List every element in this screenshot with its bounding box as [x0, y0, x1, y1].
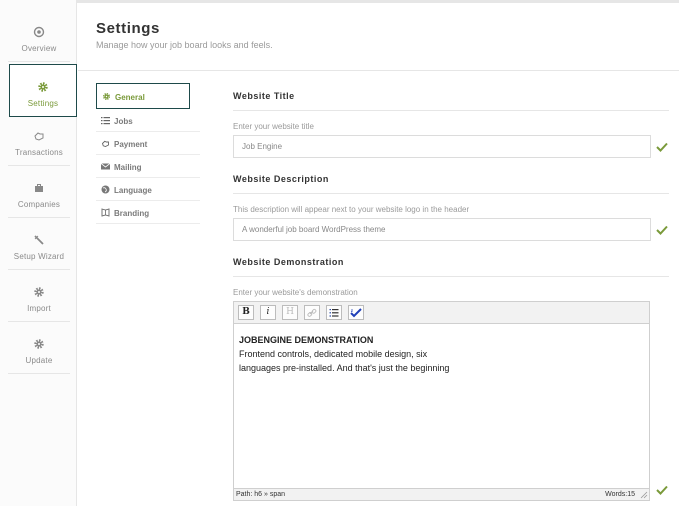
gear-icon	[102, 92, 111, 101]
submenu-item-branding[interactable]: Branding	[96, 201, 200, 224]
website-description-input[interactable]	[233, 218, 651, 241]
book-icon	[101, 208, 110, 217]
website-demonstration-label: Enter your website's demonstration	[233, 288, 358, 297]
submenu-item-general[interactable]: General	[96, 83, 190, 109]
nav-label: Settings	[27, 99, 59, 108]
nav-item-companies[interactable]: Companies	[8, 166, 70, 218]
submenu-label: General	[115, 93, 145, 102]
website-title-label: Enter your website title	[233, 122, 314, 131]
list-button[interactable]	[326, 305, 342, 320]
editor-path: Path: h6 » span	[236, 491, 286, 498]
nav-label: Setup Wizard	[13, 252, 65, 261]
link-icon	[307, 308, 317, 317]
spellcheck-button[interactable]	[348, 305, 364, 320]
submenu-item-language[interactable]: Language	[96, 178, 200, 201]
editor-content[interactable]: JOBENGINE DEMONSTRATION Frontend control…	[239, 333, 449, 375]
submenu-label: Mailing	[114, 163, 142, 172]
hand-icon	[101, 139, 110, 148]
italic-button[interactable]: i	[260, 305, 276, 320]
page-title: Settings	[96, 20, 160, 37]
divider	[233, 110, 669, 111]
check-icon	[656, 225, 668, 235]
bold-button[interactable]: B	[238, 305, 254, 320]
left-nav: Overview Settings Transactions Companies…	[0, 0, 77, 506]
nav-label: Import	[27, 304, 51, 313]
submenu-label: Branding	[114, 209, 150, 218]
content-line: languages pre-installed. And that's just…	[239, 363, 450, 373]
numbered-list-icon	[329, 309, 339, 317]
spellcheck-icon	[350, 308, 362, 318]
submenu-label: Jobs	[114, 117, 133, 126]
submenu-item-jobs[interactable]: Jobs	[96, 109, 200, 132]
divider	[233, 276, 669, 277]
nav-item-settings[interactable]: Settings	[9, 64, 77, 117]
website-demonstration-heading: Website Demonstration	[233, 257, 344, 267]
nav-item-overview[interactable]: Overview	[8, 10, 70, 62]
wand-icon	[33, 234, 45, 246]
nav-item-import[interactable]: Import	[8, 270, 70, 322]
overview-icon	[33, 26, 45, 38]
check-icon	[656, 485, 668, 495]
divider	[233, 193, 669, 194]
website-description-label: This description will appear next to you…	[233, 205, 470, 214]
website-description-heading: Website Description	[233, 174, 329, 184]
submenu-item-mailing[interactable]: Mailing	[96, 155, 200, 178]
editor-statusbar: Path: h6 » span Words:15	[234, 488, 649, 500]
settings-submenu: General Jobs Payment Mailing Language Br…	[96, 83, 200, 224]
nav-label: Transactions	[15, 148, 63, 157]
mail-icon	[100, 162, 111, 171]
demonstration-editor[interactable]: B i H JOBENGINE DEMONSTRATION Frontend c…	[233, 301, 650, 501]
check-icon	[656, 142, 668, 152]
briefcase-icon	[33, 182, 45, 194]
page-subtitle: Manage how your job board looks and feel…	[96, 40, 273, 50]
page-header: Settings Manage how your job board looks…	[78, 3, 679, 71]
submenu-label: Payment	[114, 140, 148, 149]
link-button[interactable]	[304, 305, 320, 320]
submenu-label: Language	[114, 186, 152, 195]
website-title-heading: Website Title	[233, 91, 295, 101]
heading-button[interactable]: H	[282, 305, 298, 320]
gear-icon	[33, 338, 45, 350]
nav-item-setup-wizard[interactable]: Setup Wizard	[8, 218, 70, 270]
word-count: Words:15	[605, 491, 635, 498]
gear-icon	[33, 286, 45, 298]
gear-icon	[37, 81, 49, 93]
hand-icon	[33, 130, 45, 142]
nav-item-update[interactable]: Update	[8, 322, 70, 374]
list-icon	[101, 116, 110, 125]
nav-label: Update	[25, 356, 53, 365]
submenu-item-payment[interactable]: Payment	[96, 132, 200, 155]
nav-label: Companies	[17, 200, 61, 209]
editor-toolbar: B i H	[234, 302, 649, 324]
content-line: Frontend controls, dedicated mobile desi…	[239, 349, 428, 359]
globe-icon	[101, 185, 110, 194]
nav-label: Overview	[21, 44, 57, 53]
resize-handle-icon[interactable]	[640, 491, 648, 499]
content-heading: JOBENGINE DEMONSTRATION	[239, 335, 374, 345]
website-title-input[interactable]	[233, 135, 651, 158]
nav-item-transactions[interactable]: Transactions	[8, 114, 70, 166]
